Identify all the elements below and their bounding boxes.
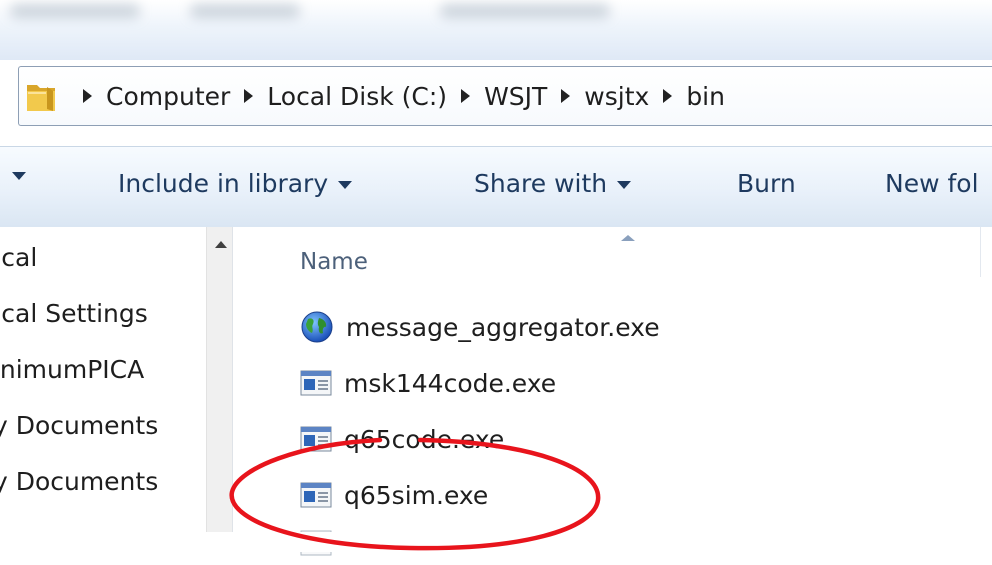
share-with-button[interactable]: Share with (474, 169, 632, 198)
file-name: message_aggregator.exe (346, 312, 660, 342)
organize-dropdown[interactable] (12, 169, 26, 180)
breadcrumb-local-disk[interactable]: Local Disk (C:) (267, 82, 447, 111)
column-header-name[interactable]: Name (300, 249, 368, 275)
chevron-down-icon (617, 181, 632, 189)
command-bar: Include in library Share with Burn New f… (0, 146, 992, 228)
chrome-blur (10, 4, 140, 18)
file-name: msk144code.exe (344, 368, 557, 398)
new-folder-button[interactable]: New fol (885, 169, 979, 198)
share-with-label: Share with (474, 169, 608, 198)
file-name: q65code.exe (344, 424, 505, 454)
include-in-library-label: Include in library (118, 169, 329, 198)
new-folder-label: New fol (885, 169, 979, 198)
scroll-up-icon[interactable] (215, 241, 227, 248)
pane-divider[interactable] (232, 227, 253, 532)
breadcrumb-separator-icon[interactable] (83, 89, 92, 103)
file-row[interactable]: q65sim.exe (300, 473, 488, 517)
chevron-down-icon (338, 181, 353, 189)
breadcrumb-bin[interactable]: bin (686, 82, 725, 111)
sort-ascending-icon (621, 235, 635, 241)
exe-icon (300, 426, 332, 452)
chrome-blur (440, 4, 610, 18)
breadcrumb-separator-icon[interactable] (461, 89, 471, 103)
breadcrumb-wsjt[interactable]: WSJT (484, 82, 547, 111)
globe-icon (301, 311, 333, 343)
breadcrumb-wsjtx[interactable]: wsjtx (584, 82, 649, 111)
burn-label: Burn (737, 169, 796, 198)
breadcrumb-separator-icon[interactable] (663, 89, 673, 103)
address-bar[interactable]: Computer Local Disk (C:) WSJT wsjtx bin (18, 66, 992, 126)
nav-item-minimumpica[interactable]: linimumPICA (0, 355, 144, 384)
nav-scrollbar[interactable] (206, 227, 233, 532)
nav-item-my-documents[interactable]: ly Documents (0, 411, 158, 440)
exe-icon (300, 370, 332, 396)
column-divider[interactable] (980, 227, 981, 277)
chrome-blur (190, 4, 300, 18)
nav-item-my-documents-2[interactable]: ly Documents (0, 467, 158, 496)
breadcrumb-computer[interactable]: Computer (106, 82, 230, 111)
include-in-library-button[interactable]: Include in library (118, 169, 353, 198)
navigation-pane: ocal ocal Settings linimumPICA ly Docume… (0, 227, 232, 532)
breadcrumb: Computer Local Disk (C:) WSJT wsjtx bin (69, 67, 725, 125)
folder-icon (27, 85, 55, 111)
breadcrumb-separator-icon[interactable] (561, 89, 571, 103)
file-row[interactable]: q65code.exe (300, 417, 504, 461)
file-row[interactable]: msk144code.exe (300, 361, 556, 405)
exe-icon (300, 482, 332, 508)
nav-item-local-settings[interactable]: ocal Settings (0, 299, 148, 328)
burn-button[interactable]: Burn (737, 169, 796, 198)
window-chrome (0, 0, 992, 60)
file-row[interactable]: message_aggregator.exe (300, 305, 660, 349)
breadcrumb-separator-icon[interactable] (244, 89, 254, 103)
file-list: Name message_aggregator.exe msk144code.e… (252, 227, 992, 556)
nav-item-local[interactable]: ocal (0, 243, 37, 272)
file-name: q65sim.exe (344, 480, 489, 510)
chevron-down-icon (12, 172, 26, 180)
bottom-edge (0, 532, 992, 552)
